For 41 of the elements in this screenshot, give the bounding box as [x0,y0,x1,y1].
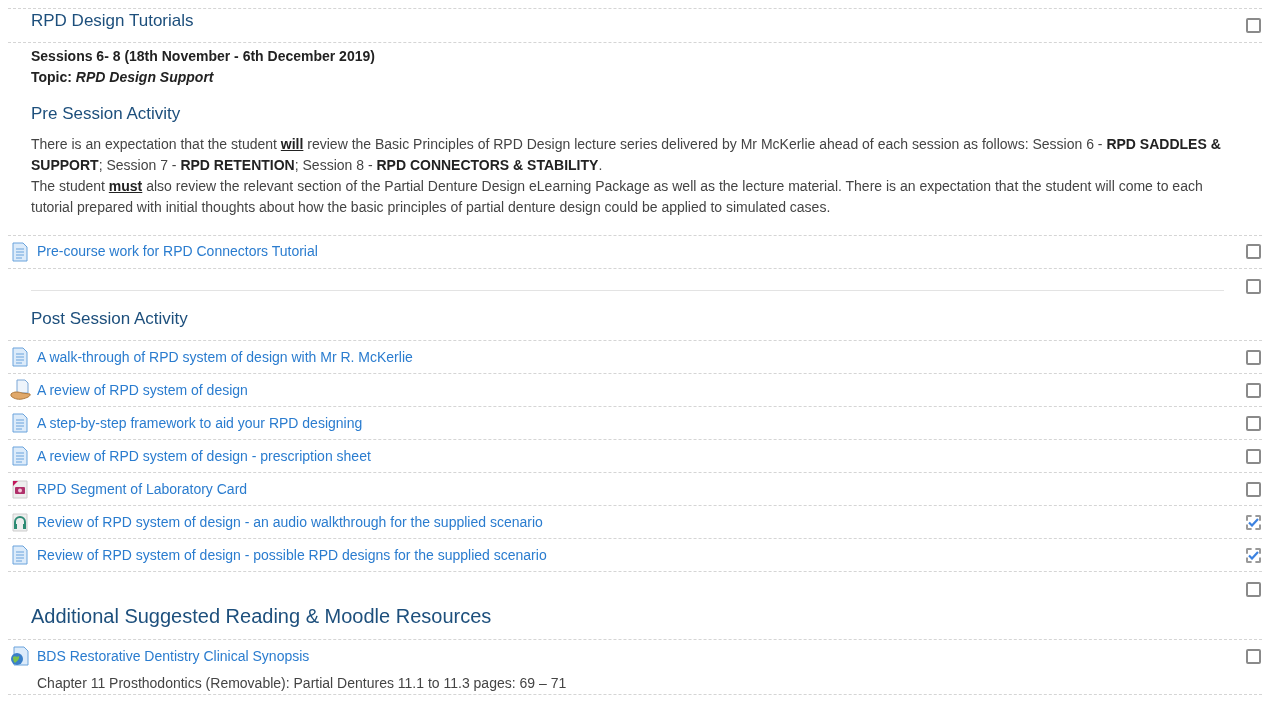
completion-checkbox[interactable] [1246,278,1261,294]
topic-text: Topic: RPD Design Support [31,68,215,87]
section-heading: RPD Design Tutorials [31,9,195,32]
completion-checkbox[interactable] [1246,349,1261,365]
activity-link[interactable]: A review of RPD system of design [37,379,1246,401]
hand-with-document-icon [10,379,32,401]
activity-link[interactable]: Review of RPD system of design - an audio walkthrough for the supplied scenario [37,511,1246,533]
camera-file-icon [10,479,30,499]
activity-link[interactable]: BDS Restorative Dentistry Clinical Synopsis [37,645,1246,667]
paragraph: The student must also review the relevant section of the Partial Denture Design eLearning Package as well as the lecture material. There is an expectation that the student will come to each tutorial prepared with initial thoughts about how the basic principles of partial denture design could be applied to simulated cases. [31,176,1204,217]
completion-checkbox[interactable] [1246,18,1261,33]
activity-link[interactable]: A step-by-step framework to aid your RPD designing [37,412,1246,434]
document-icon [10,446,30,466]
activity-link[interactable]: Review of RPD system of design - possible RPD designs for the supplied scenario [37,544,1246,566]
completion-checkbox[interactable] [1246,648,1261,664]
activity-link[interactable]: A review of RPD system of design - prescription sheet [37,445,1246,467]
document-icon [10,413,30,433]
checkmark-icon [1248,550,1259,560]
activity-link[interactable]: RPD Segment of Laboratory Card [37,478,1246,500]
activity-description: Chapter 11 Prosthodontics (Removable): Partial Dentures 11.1 to 11.3 pages: 69 – 71 [36,674,568,693]
completion-checkbox[interactable] [1246,481,1261,497]
sessions-text: Sessions 6- 8 (18th November - 6th December 2019) [31,47,376,66]
section-heading: Additional Suggested Reading & Moodle Resources [31,604,493,629]
paragraph: There is an expectation that the student will review the Basic Principles of RPD Design lecture series delivered by Mr McKerlie ahead of each session as follows: Session 6 - RPD SADDLES & SUPPORT; Session 7 - RPD RETENTION; Session 8 - RPD CONNECTORS & STABILITY. [31,134,1222,175]
globe-document-icon [10,646,30,666]
completion-checkbox[interactable] [1246,582,1261,597]
document-icon [10,347,30,367]
completion-checkbox[interactable] [1246,514,1261,530]
checkmark-icon [1248,517,1259,527]
document-icon [10,241,30,262]
completion-checkbox[interactable] [1246,382,1261,398]
headphones-icon [10,512,30,532]
document-icon [10,545,30,565]
completion-checkbox[interactable] [1246,415,1261,431]
activity-link[interactable]: A walk-through of RPD system of design with Mr R. McKerlie [37,346,1246,368]
activity-link[interactable]: Pre-course work for RPD Connectors Tutorial [37,241,1246,262]
section-heading: Pre Session Activity [31,103,182,125]
completion-checkbox[interactable] [1246,448,1261,464]
completion-checkbox[interactable] [1246,547,1261,563]
section-heading: Post Session Activity [31,307,189,330]
completion-checkbox[interactable] [1246,244,1261,259]
